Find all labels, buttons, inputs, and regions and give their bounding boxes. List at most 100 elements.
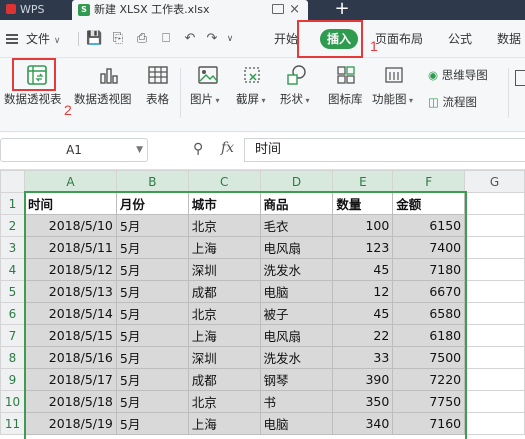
- format-painter-icon[interactable]: ⎘: [110, 31, 126, 47]
- cell[interactable]: 7500: [392, 346, 466, 369]
- cell[interactable]: [464, 258, 525, 281]
- undo-icon[interactable]: ↶: [182, 31, 198, 47]
- pivot-chart-button[interactable]: [94, 64, 124, 89]
- cell[interactable]: 5月: [115, 346, 189, 369]
- cell[interactable]: 22: [332, 324, 394, 347]
- cell[interactable]: 毛衣: [259, 214, 334, 237]
- cell[interactable]: [464, 302, 525, 325]
- zoom-icon[interactable]: ⚲: [193, 141, 203, 157]
- cell[interactable]: 7180: [392, 258, 466, 281]
- save-icon[interactable]: 💾: [86, 31, 102, 47]
- document-tab[interactable]: S 新建 XLSX 工作表.xlsx ×: [72, 0, 308, 20]
- cell[interactable]: 123: [332, 236, 394, 259]
- cell[interactable]: 33: [332, 346, 394, 369]
- partial-ribbon-icon[interactable]: [515, 70, 525, 86]
- cell[interactable]: 北京: [187, 390, 261, 413]
- cell[interactable]: 上海: [187, 324, 261, 347]
- cell[interactable]: 2018/5/15: [23, 324, 117, 347]
- cell[interactable]: 书: [259, 390, 334, 413]
- cell[interactable]: 北京: [187, 302, 261, 325]
- function-chart-button[interactable]: [382, 64, 406, 89]
- cell[interactable]: [464, 368, 525, 391]
- cell[interactable]: 深圳: [187, 346, 261, 369]
- wps-home-tab[interactable]: WPS: [0, 0, 68, 20]
- cell[interactable]: [464, 324, 525, 347]
- pivot-table-label[interactable]: 数据透视表: [4, 91, 62, 107]
- cell[interactable]: 洗发水: [259, 258, 334, 281]
- cell[interactable]: [464, 390, 525, 413]
- cell[interactable]: 被子: [259, 302, 334, 325]
- cell[interactable]: 成都: [187, 368, 261, 391]
- cell[interactable]: 7160: [392, 412, 466, 435]
- cell[interactable]: 390: [332, 368, 394, 391]
- row-header[interactable]: 2: [0, 214, 25, 237]
- screenshot-button[interactable]: [240, 64, 264, 89]
- row-header[interactable]: 10: [0, 390, 25, 413]
- row-header[interactable]: 5: [0, 280, 25, 303]
- cell[interactable]: 7220: [392, 368, 466, 391]
- row-header[interactable]: 6: [0, 302, 25, 325]
- column-header[interactable]: E: [332, 170, 394, 193]
- cell[interactable]: 2018/5/17: [23, 368, 117, 391]
- cell[interactable]: 45: [332, 302, 394, 325]
- cell[interactable]: [464, 192, 525, 215]
- hamburger-menu-icon[interactable]: [6, 34, 18, 44]
- shape-button[interactable]: [284, 64, 308, 89]
- row-header[interactable]: 4: [0, 258, 25, 281]
- cell[interactable]: 2018/5/19: [23, 412, 117, 435]
- column-header[interactable]: A: [23, 170, 117, 193]
- column-header[interactable]: C: [187, 170, 261, 193]
- cell[interactable]: 340: [332, 412, 394, 435]
- column-header[interactable]: B: [115, 170, 189, 193]
- row-header[interactable]: 3: [0, 236, 25, 259]
- file-menu[interactable]: 文件 ∨: [26, 31, 60, 49]
- row-header[interactable]: 8: [0, 346, 25, 369]
- cell[interactable]: 2018/5/11: [23, 236, 117, 259]
- cell[interactable]: 2018/5/18: [23, 390, 117, 413]
- cell[interactable]: 5月: [115, 258, 189, 281]
- icon-library-button[interactable]: [334, 64, 358, 89]
- table-button[interactable]: [146, 64, 170, 89]
- cell[interactable]: 数量: [332, 192, 394, 215]
- chevron-down-icon[interactable]: ▼: [136, 139, 143, 161]
- select-all-corner[interactable]: [0, 170, 25, 193]
- cell[interactable]: 5月: [115, 236, 189, 259]
- function-chart-label[interactable]: 功能图 ▾: [372, 91, 413, 107]
- monitor-icon[interactable]: [272, 4, 284, 14]
- tab-start[interactable]: 开始: [274, 31, 298, 47]
- cell[interactable]: 城市: [187, 192, 261, 215]
- cell[interactable]: 6180: [392, 324, 466, 347]
- print-icon[interactable]: ⎙: [134, 31, 150, 47]
- column-header[interactable]: F: [392, 170, 466, 193]
- cell[interactable]: 上海: [187, 412, 261, 435]
- cell[interactable]: 金额: [392, 192, 466, 215]
- tab-formula[interactable]: 公式: [448, 31, 472, 47]
- cell[interactable]: 2018/5/12: [23, 258, 117, 281]
- row-header[interactable]: 9: [0, 368, 25, 391]
- cell[interactable]: 2018/5/14: [23, 302, 117, 325]
- cell[interactable]: [464, 412, 525, 435]
- formula-input[interactable]: 时间: [244, 138, 525, 162]
- pivot-chart-label[interactable]: 数据透视图: [74, 91, 132, 107]
- tab-page-layout[interactable]: 页面布局: [375, 31, 423, 47]
- cell[interactable]: 2018/5/10: [23, 214, 117, 237]
- fx-icon[interactable]: fx: [221, 140, 234, 156]
- cell[interactable]: 时间: [23, 192, 117, 215]
- cell[interactable]: 电风扇: [259, 236, 334, 259]
- cell[interactable]: 深圳: [187, 258, 261, 281]
- cell[interactable]: [464, 214, 525, 237]
- cell[interactable]: [464, 346, 525, 369]
- cell[interactable]: 12: [332, 280, 394, 303]
- cell[interactable]: 6670: [392, 280, 466, 303]
- cell[interactable]: 6580: [392, 302, 466, 325]
- screenshot-label[interactable]: 截屏 ▾: [236, 91, 266, 107]
- cell[interactable]: 成都: [187, 280, 261, 303]
- cell[interactable]: 5月: [115, 390, 189, 413]
- cell[interactable]: 5月: [115, 214, 189, 237]
- new-tab-button[interactable]: +: [322, 0, 362, 20]
- mind-map-button[interactable]: ◉ 思维导图: [428, 67, 488, 83]
- cell[interactable]: 2018/5/13: [23, 280, 117, 303]
- redo-icon[interactable]: ↷: [204, 31, 220, 47]
- cell[interactable]: 商品: [259, 192, 334, 215]
- cell[interactable]: 洗发水: [259, 346, 334, 369]
